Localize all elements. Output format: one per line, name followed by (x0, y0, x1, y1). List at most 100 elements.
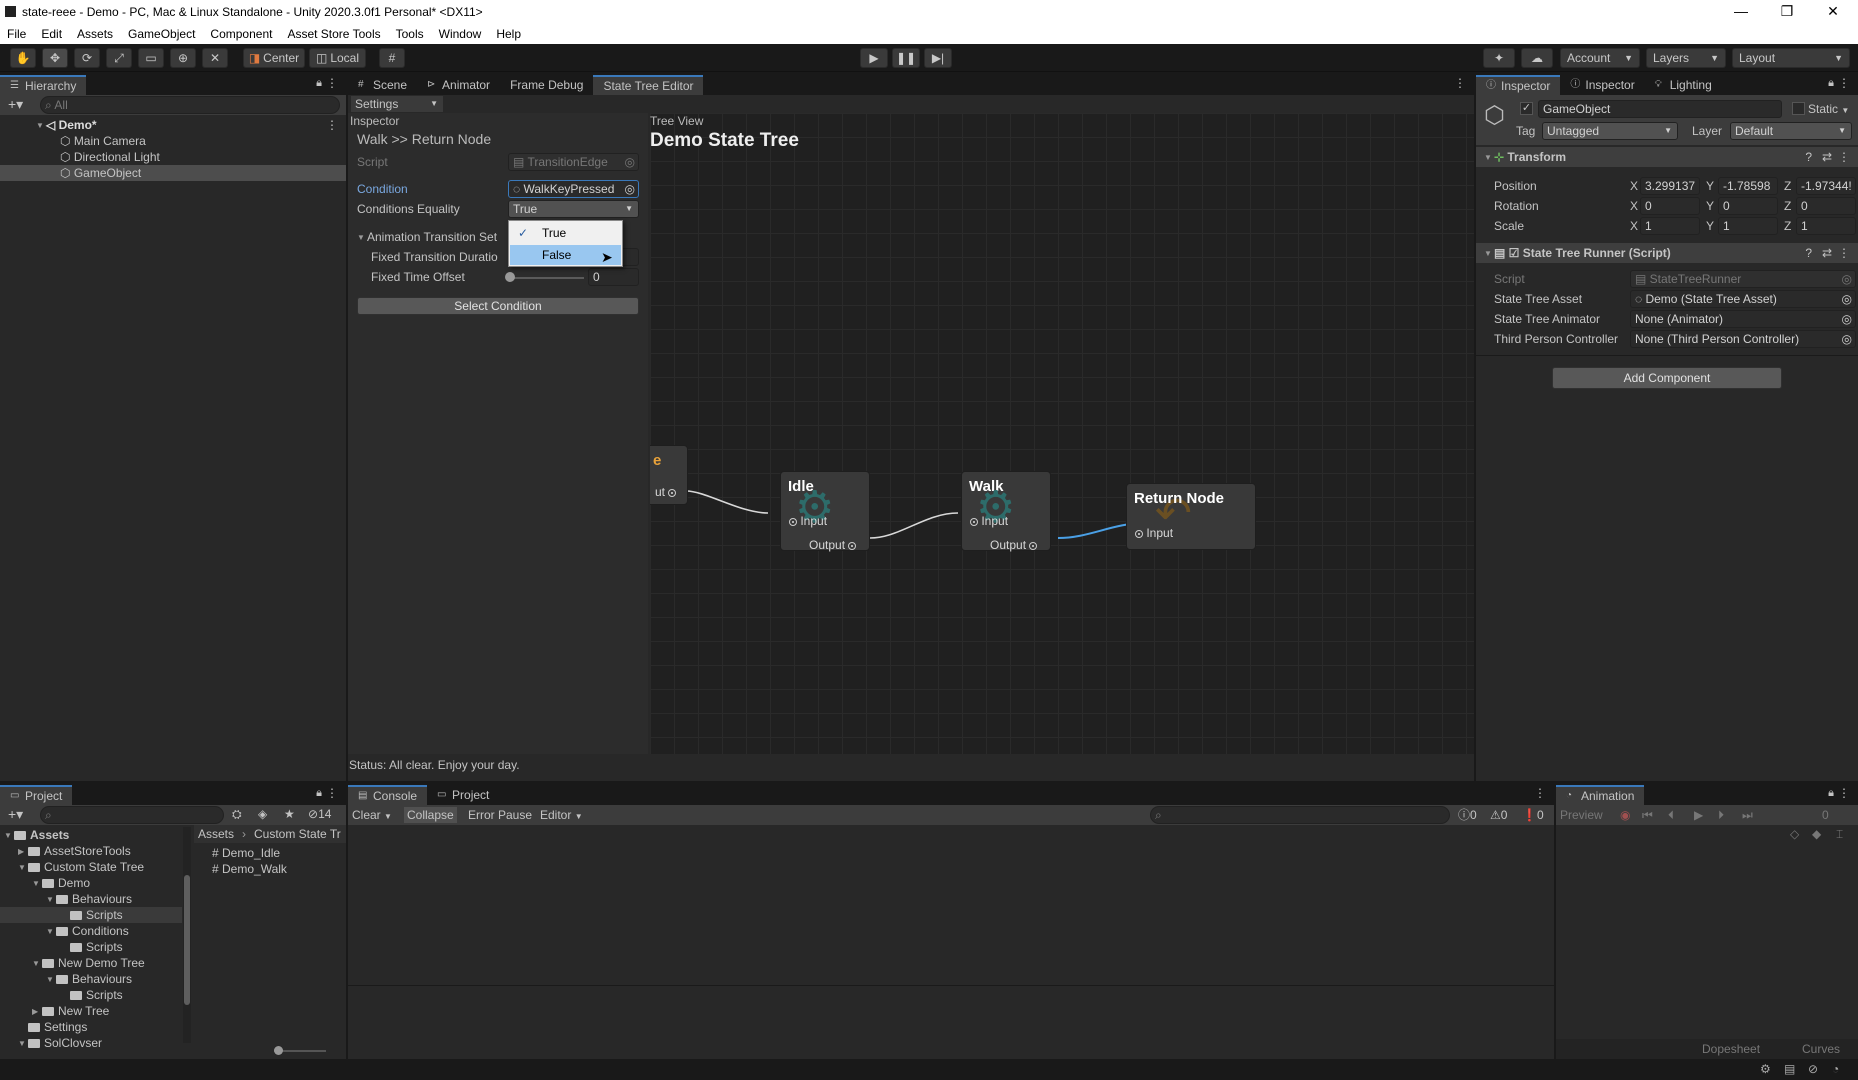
hierarchy-item-selected[interactable]: ⬡ GameObject (0, 165, 346, 181)
tree-item[interactable]: ▼ Demo (32, 875, 90, 891)
kebab-menu-icon[interactable]: ⋮ (326, 118, 338, 132)
tree-item[interactable]: Scripts (70, 987, 123, 1003)
port-dot-icon[interactable] (668, 488, 677, 497)
tab-scene[interactable]: # Scene (348, 75, 417, 95)
conditions-equality-dropdown[interactable]: True ▼ (508, 200, 639, 218)
tab-project-2[interactable]: ▭ Project (427, 785, 499, 805)
scale-z-field[interactable]: 1 (1796, 217, 1856, 235)
active-checkbox[interactable]: ✓ (1520, 102, 1533, 115)
filter-type-icon[interactable]: ⛭ (232, 807, 242, 822)
info-count-toggle[interactable]: ⓘ0 (1458, 807, 1477, 823)
services-icon[interactable]: ✦ (1483, 48, 1515, 68)
lock-icon[interactable]: 🔒︎ (316, 787, 322, 800)
port-dot-icon[interactable] (970, 517, 978, 526)
target-icon[interactable]: ◎ (1842, 311, 1852, 327)
hierarchy-search-input[interactable]: ⌕ All (40, 96, 340, 114)
runner-header[interactable]: ▼ ▤ ☑ State Tree Runner (Script) ? ⇄ ⋮ (1476, 243, 1858, 263)
restore-button[interactable]: ❐ (1764, 0, 1810, 24)
input-port[interactable]: Input (970, 514, 1008, 528)
menu-tools[interactable]: Tools (396, 27, 424, 41)
edge-idle-walk[interactable] (869, 512, 959, 539)
offset-slider-handle[interactable] (505, 272, 515, 282)
return-node[interactable]: ↶ Return Node Input (1126, 483, 1256, 550)
record-icon[interactable]: ◉ (1620, 807, 1630, 823)
port-dot-icon[interactable] (1135, 529, 1143, 538)
frame-field[interactable]: 0 (1822, 807, 1829, 823)
star-icon[interactable]: ★ (284, 807, 295, 821)
tree-item[interactable]: ▼ Custom State Tree (18, 859, 144, 875)
dopesheet-tab[interactable]: Dopesheet (1702, 1041, 1760, 1057)
state-tree-asset-field[interactable]: ◌ Demo (State Tree Asset) ◎ (1630, 290, 1856, 308)
menu-gameobject[interactable]: GameObject (128, 27, 195, 41)
settings-dropdown[interactable]: Settings ▼ (351, 96, 443, 112)
help-icon[interactable]: ? (1805, 147, 1812, 167)
console-divider[interactable] (348, 985, 1554, 986)
scale-tool-icon[interactable]: ⤢ (106, 48, 132, 68)
transform-header[interactable]: ▼ ⊹ Transform ? ⇄ ⋮ (1476, 147, 1858, 167)
size-slider[interactable] (194, 1043, 346, 1059)
tab-animation[interactable]: ◔ Animation (1556, 785, 1645, 805)
tab-animator[interactable]: ⊳ Animator (417, 75, 500, 95)
scale-x-field[interactable]: 1 (1640, 217, 1700, 235)
layers-dropdown[interactable]: Layers ▼ (1646, 48, 1726, 68)
account-dropdown[interactable]: Account ▼ (1560, 48, 1640, 68)
network-icon[interactable]: ⊘ (1808, 1062, 1818, 1076)
gameobject-name-field[interactable]: GameObject (1538, 100, 1782, 118)
custom-tool-icon[interactable]: ✕ (202, 48, 228, 68)
breadcrumb-current[interactable]: Custom State Tr (254, 826, 341, 842)
tab-lighting[interactable]: 💡︎ Lighting (1645, 75, 1722, 95)
position-y-field[interactable]: -1.78598 (1718, 177, 1778, 195)
tree-item[interactable]: ▶ AssetStoreTools (18, 843, 131, 859)
next-frame-icon[interactable]: ⏵ (1718, 807, 1724, 823)
lock-icon[interactable]: 🔒︎ (1828, 787, 1834, 800)
hand-tool-icon[interactable]: ✋ (10, 48, 36, 68)
menu-file[interactable]: File (7, 27, 26, 41)
editor-dropdown[interactable]: Editor ▼ (540, 807, 583, 823)
start-node[interactable]: e ut (650, 445, 688, 505)
output-port[interactable]: ut (655, 485, 677, 499)
error-pause-toggle[interactable]: Error Pause (468, 807, 532, 823)
prev-frame-icon[interactable]: ⏴ (1668, 807, 1674, 823)
kebab-menu-icon[interactable]: ⋮ (1838, 147, 1850, 167)
position-x-field[interactable]: 3.299137 (1640, 177, 1700, 195)
tag-dropdown[interactable]: Untagged ▼ (1542, 122, 1678, 140)
project-search-input[interactable]: ⌕ (40, 806, 224, 824)
walk-node[interactable]: Walk ⚙ Input Output (961, 471, 1051, 552)
file-item[interactable]: # Demo_Idle (212, 845, 280, 861)
menu-component[interactable]: Component (210, 27, 272, 41)
fixed-offset-field[interactable]: 0 (588, 268, 639, 286)
menu-help[interactable]: Help (496, 27, 521, 41)
rect-tool-icon[interactable]: ▭ (138, 48, 164, 68)
idle-node[interactable]: Idle ⚙ Input Output (780, 471, 870, 552)
animation-transition-foldout[interactable]: ▼ Animation Transition Set (357, 229, 497, 245)
kebab-menu-icon[interactable]: ⋮ (1534, 786, 1546, 800)
curves-tab[interactable]: Curves (1802, 1041, 1840, 1057)
preview-toggle[interactable]: Preview (1560, 807, 1603, 823)
hidden-count[interactable]: ⊘14 (308, 807, 331, 821)
tree-view-canvas[interactable]: Tree View Demo State Tree e ut Idle ⚙ In… (650, 113, 1474, 754)
play-icon[interactable]: ▶ (1694, 807, 1703, 823)
input-port[interactable]: Input (789, 514, 827, 528)
add-event-icon[interactable]: ⌶ (1836, 826, 1843, 842)
tree-item-selected[interactable]: Scripts (0, 907, 182, 923)
tree-item[interactable]: ▼ Conditions (46, 923, 129, 939)
progress-icon[interactable]: ◔ (1832, 1062, 1839, 1076)
state-tree-animator-field[interactable]: None (Animator) ◎ (1630, 310, 1856, 328)
scrollbar-thumb[interactable] (184, 875, 190, 1005)
tab-hierarchy[interactable]: ☰ Hierarchy (0, 75, 87, 95)
collapse-toggle[interactable]: Collapse (404, 807, 457, 823)
port-dot-icon[interactable] (789, 517, 797, 526)
rotation-x-field[interactable]: 0 (1640, 197, 1700, 215)
tab-inspector-2[interactable]: ⓘ Inspector (1560, 75, 1644, 95)
first-frame-icon[interactable]: ⏮ (1642, 807, 1653, 823)
enabled-check-icon[interactable]: ☑ (1509, 246, 1523, 260)
tab-state-tree-editor[interactable]: State Tree Editor (593, 75, 704, 95)
build-icon[interactable]: ▤ (1784, 1062, 1795, 1076)
kebab-menu-icon[interactable]: ⋮ (1454, 76, 1466, 90)
add-icon[interactable]: +▾ (8, 96, 23, 113)
menu-edit[interactable]: Edit (41, 27, 62, 41)
close-button[interactable]: ✕ (1810, 0, 1856, 24)
kebab-menu-icon[interactable]: ⋮ (326, 786, 338, 800)
input-port[interactable]: Input (1135, 526, 1173, 540)
label-icon[interactable]: ◈ (258, 807, 267, 821)
